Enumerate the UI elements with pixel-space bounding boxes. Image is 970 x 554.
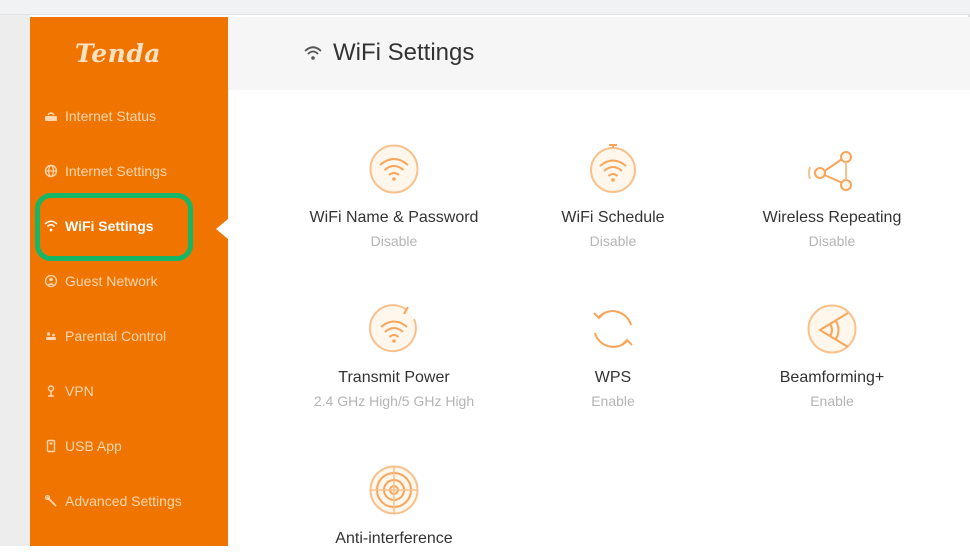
beamforming-icon (807, 304, 857, 354)
wifi-icon (303, 43, 323, 63)
sidebar-item-vpn[interactable]: VPN (30, 376, 228, 406)
sidebar-item-internet-settings[interactable]: Internet Settings (30, 156, 228, 186)
usb-icon (44, 439, 58, 453)
sidebar-item-label: Internet Settings (65, 163, 167, 179)
card-wifi-schedule[interactable]: WiFi Schedule Disable (513, 143, 713, 249)
sidebar-item-label: USB App (65, 438, 122, 454)
card-wireless-repeating[interactable]: Wireless Repeating Disable (732, 143, 932, 249)
sidebar-item-label: Advanced Settings (65, 493, 182, 509)
guest-icon (44, 274, 58, 288)
wrench-icon (44, 494, 58, 508)
card-status: Disable (808, 233, 856, 249)
brand-logo: Tenda (75, 39, 161, 68)
card-title: WiFi Schedule (561, 209, 665, 226)
card-beamforming[interactable]: Beamforming+ Enable (732, 303, 932, 409)
card-status: Enable (810, 393, 854, 409)
wps-icon (593, 310, 633, 348)
card-status: Enable (591, 393, 635, 409)
router-icon (44, 109, 58, 123)
card-title: Wireless Repeating (762, 209, 902, 226)
left-gutter (0, 15, 30, 546)
sidebar-item-advanced-settings[interactable]: Advanced Settings (30, 486, 228, 516)
sidebar-item-usb-app[interactable]: USB App (30, 431, 228, 461)
power-wifi-icon (368, 304, 417, 353)
sidebar: Tenda Internet Status Internet Settings … (30, 17, 228, 546)
sidebar-item-label: Parental Control (65, 328, 167, 344)
sidebar-item-internet-status[interactable]: Internet Status (30, 101, 228, 131)
page-title-text: WiFi Settings (333, 39, 475, 66)
card-anti-interference[interactable]: Anti-interference (294, 464, 494, 554)
card-status: 2.4 GHz High/5 GHz High (313, 393, 475, 409)
page-title: WiFi Settings (303, 39, 474, 67)
family-icon (44, 329, 58, 343)
browser-top-strip (0, 0, 970, 15)
active-item-highlight (35, 193, 193, 261)
active-item-caret (216, 219, 228, 239)
sidebar-item-label: VPN (65, 383, 94, 399)
main-content: WiFi Name & Password Disable WiFi Schedu… (228, 90, 970, 547)
key-icon (44, 384, 58, 398)
card-wps[interactable]: WPS Enable (513, 303, 713, 409)
page-header: WiFi Settings (228, 17, 970, 90)
target-icon (369, 465, 419, 515)
wifi-circle-icon (369, 144, 419, 194)
globe-icon (44, 164, 58, 178)
sidebar-item-guest-network[interactable]: Guest Network (30, 266, 228, 296)
card-title: Transmit Power (338, 369, 450, 386)
wifi-clock-icon (590, 144, 636, 193)
card-title: Anti-interference (335, 530, 453, 547)
sidebar-item-label: Internet Status (65, 108, 157, 124)
repeater-icon (808, 151, 852, 191)
card-transmit-power[interactable]: Transmit Power 2.4 GHz High/5 GHz High (294, 303, 494, 409)
card-wifi-name-password[interactable]: WiFi Name & Password Disable (294, 143, 494, 249)
sidebar-item-parental-control[interactable]: Parental Control (30, 321, 228, 351)
card-title: WiFi Name & Password (309, 209, 479, 226)
card-status: Disable (589, 233, 637, 249)
card-title: WPS (594, 369, 632, 386)
sidebar-item-label: Guest Network (65, 273, 158, 289)
card-title: Beamforming+ (779, 369, 885, 386)
card-status: Disable (370, 233, 418, 249)
